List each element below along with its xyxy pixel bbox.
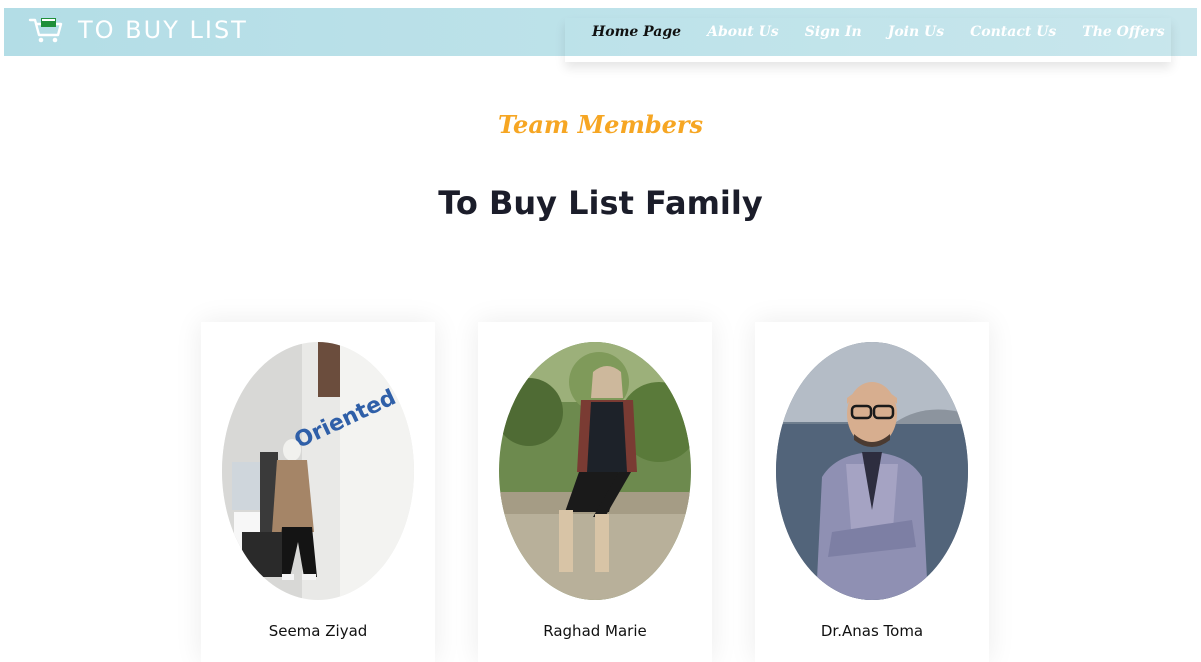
nav-link-offers[interactable]: The Offers <box>1082 24 1164 40</box>
team-card: Dr.Anas Toma <box>755 322 989 662</box>
nav-link-join[interactable]: Join Us <box>888 24 944 40</box>
member-photo-image <box>776 342 968 600</box>
brand-logo-link[interactable]: TO BUY LIST <box>28 15 248 45</box>
nav-link-about[interactable]: About Us <box>707 24 779 40</box>
member-photo-image: Oriented <box>222 342 414 600</box>
member-name: Raghad Marie <box>543 622 647 640</box>
brand-title: TO BUY LIST <box>78 16 248 44</box>
team-card: Oriented Seema Ziyad <box>201 322 435 662</box>
main-nav: Home Page About Us Sign In Join Us Conta… <box>592 8 1165 56</box>
team-card: Raghad Marie <box>478 322 712 662</box>
section-kicker: Team Members <box>497 110 704 139</box>
nav-link-home[interactable]: Home Page <box>592 24 681 40</box>
section-heading: To Buy List Family <box>438 184 763 222</box>
member-name: Seema Ziyad <box>268 622 368 640</box>
member-photo: Oriented <box>222 342 414 600</box>
nav-link-contact[interactable]: Contact Us <box>970 24 1056 40</box>
member-photo <box>776 342 968 600</box>
shopping-cart-icon <box>28 18 63 43</box>
member-photo-image <box>499 342 691 600</box>
member-name: Dr.Anas Toma <box>820 622 924 640</box>
member-photo <box>499 342 691 600</box>
nav-link-sign-in[interactable]: Sign In <box>805 24 862 40</box>
